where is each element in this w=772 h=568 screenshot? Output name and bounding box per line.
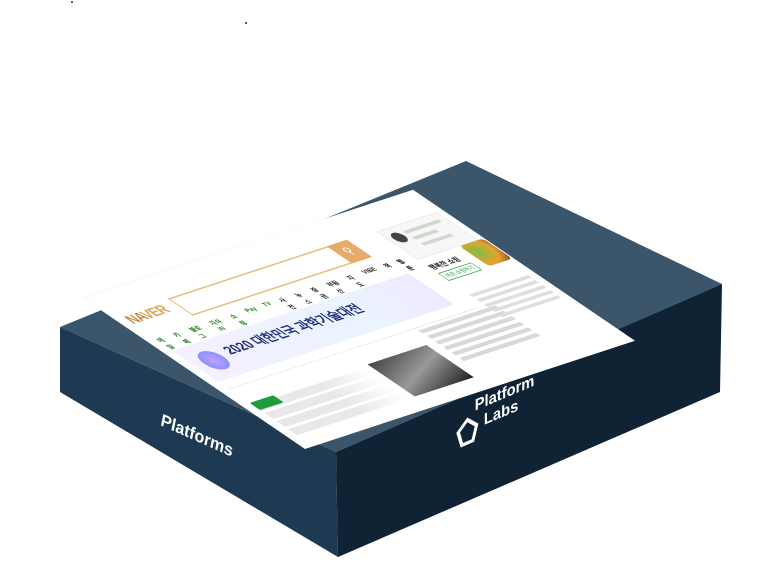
- search-button[interactable]: ⚲: [326, 239, 372, 264]
- site-logo[interactable]: NAVER: [121, 303, 175, 327]
- illustration: Platforms Platform Labs NAVER ⚲ 메일 카페 블로…: [0, 0, 772, 568]
- search-icon: ⚲: [339, 245, 359, 257]
